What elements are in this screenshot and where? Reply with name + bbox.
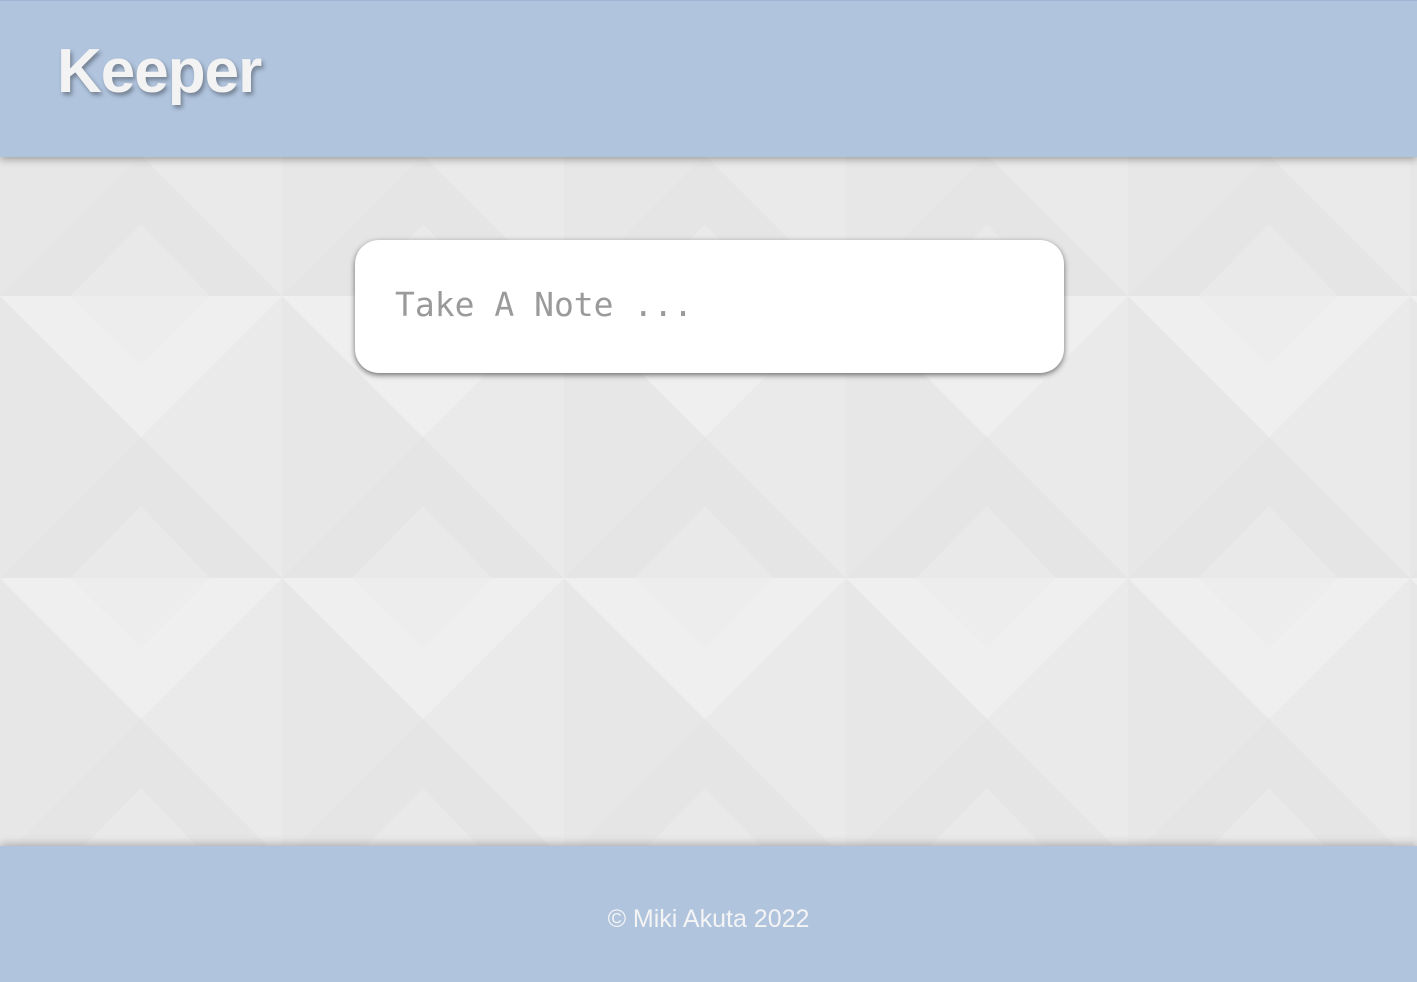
- app-footer: © Miki Akuta 2022: [0, 846, 1417, 982]
- note-input[interactable]: [395, 280, 1015, 328]
- copyright-text: © Miki Akuta 2022: [607, 905, 810, 933]
- create-note-form: [355, 240, 1064, 373]
- app-header: Keeper: [0, 0, 1417, 157]
- app-title: Keeper: [57, 37, 262, 106]
